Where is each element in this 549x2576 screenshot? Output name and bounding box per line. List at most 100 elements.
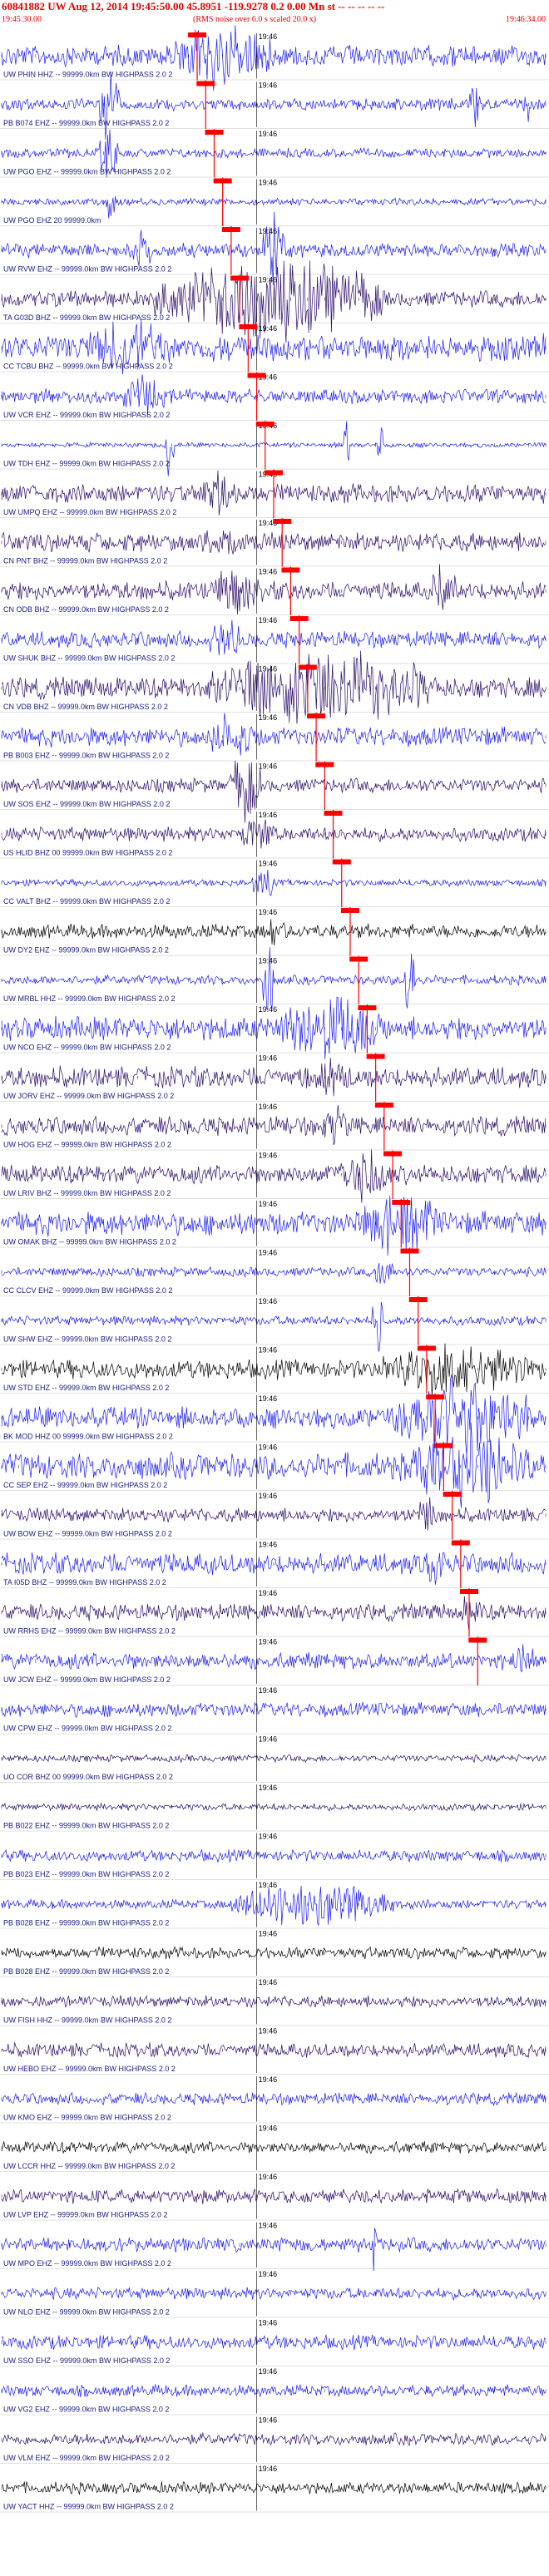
minute-label: 19:46	[259, 2416, 278, 2425]
channel-label: CN PNT BHZ -- 99999.0km BW HIGHPASS 2.0 …	[3, 557, 167, 565]
channel-label: UW PGO EHZ 20 99999.0km	[3, 216, 101, 225]
channel-label: UW MPO EHZ -- 99999.0km BW HIGHPASS 2.0 …	[3, 2259, 171, 2268]
pick-flag	[307, 713, 326, 718]
channel-label: UW DY2 EHZ -- 99999.0km BW HIGHPASS 2.0 …	[3, 946, 169, 955]
minute-label: 19:46	[259, 616, 278, 624]
channel-label: UW TDH EHZ -- 99999.0km BW HIGHPASS 2.0 …	[3, 460, 170, 468]
minute-label: 19:46	[259, 2270, 278, 2278]
channel-label: UW BOW EHZ -- 99999.0km BW HIGHPASS 2.0 …	[3, 1530, 172, 1538]
minute-label: 19:46	[259, 276, 278, 284]
channel-label: PB B022 EHZ -- 99999.0km BW HIGHPASS 2.0…	[3, 1822, 169, 1830]
minute-label: 19:46	[259, 1978, 278, 1986]
minute-label: 19:46	[259, 32, 278, 41]
pick-flag	[408, 1297, 428, 1302]
channel-label: UW LCCR HHZ -- 99999.0km BW HIGHPASS 2.0…	[3, 2162, 175, 2170]
pick-flag	[460, 1589, 479, 1594]
minute-label: 19:46	[259, 1589, 278, 1597]
waveform-trace	[1, 619, 547, 656]
channel-label: CC VALT BHZ -- 99999.0km BW HIGHPASS 2.0…	[3, 897, 170, 906]
minute-label: 19:46	[259, 1200, 278, 1208]
minute-label: 19:46	[259, 179, 278, 187]
pick-flag	[383, 1151, 403, 1157]
pick-flag	[196, 81, 215, 86]
minute-label: 19:46	[259, 811, 278, 819]
pick-flag	[205, 130, 224, 135]
minute-label: 19:46	[259, 1297, 278, 1305]
minute-label: 19:46	[259, 1833, 278, 1841]
minute-label: 19:46	[259, 1443, 278, 1452]
channel-label: UW LRIV BHZ -- 99999.0km BW HIGHPASS 2.0…	[3, 1189, 171, 1197]
minute-label: 19:46	[259, 568, 278, 576]
pick-flag	[332, 859, 351, 865]
channel-label: PB B028 EHZ -- 99999.0km BW HIGHPASS 2.0…	[3, 1919, 169, 1927]
minute-label: 19:46	[259, 1686, 278, 1695]
channel-label: UW FISH HHZ -- 99999.0km BW HIGHPASS 2.0…	[3, 2016, 171, 2025]
channel-label: UW SHW EHZ -- 99999.0km BW HIGHPASS 2.0 …	[3, 1335, 171, 1344]
channel-label: CN VDB BHZ -- 99999.0km BW HIGHPASS 2.0 …	[3, 703, 168, 711]
pick-flag	[221, 227, 240, 232]
minute-label: 19:46	[259, 957, 278, 965]
channel-label: BK MOD HHZ 00 99999.0km BW HIGHPASS 2.0 …	[3, 1433, 173, 1441]
minute-label: 19:46	[259, 324, 278, 333]
pick-flag	[366, 1054, 385, 1059]
channel-label: UW RRHS EHZ -- 99999.0km BW HIGHPASS 2.0…	[3, 1627, 176, 1636]
pick-flag	[340, 908, 359, 913]
channel-label: UW PGO EHZ -- 99999.0km BW HIGHPASS 2.0 …	[3, 168, 171, 176]
minute-label: 19:46	[259, 1930, 278, 1938]
pick-flag	[324, 811, 343, 816]
minute-label: 19:46	[259, 1249, 278, 1257]
minute-label: 19:46	[259, 1638, 278, 1646]
pick-flag	[230, 275, 250, 281]
minute-label: 19:46	[259, 1492, 278, 1500]
minute-label: 19:46	[259, 860, 278, 868]
channel-label: UW KMO EHZ -- 99999.0km BW HIGHPASS 2.0 …	[3, 2114, 171, 2122]
waveform-trace	[1, 1301, 547, 1352]
pick-flag	[400, 1248, 419, 1254]
pick-flag	[315, 762, 334, 767]
channel-label: CC SEP EHZ -- 99999.0km BW HIGHPASS 2.0 …	[3, 1481, 167, 1489]
minute-label: 19:46	[259, 908, 278, 916]
pick-flag	[239, 324, 258, 329]
minute-label: 19:46	[259, 1881, 278, 1889]
channel-label: TA I05D BHZ -- 99999.0km BW HIGHPASS 2.0…	[3, 1578, 166, 1587]
channel-label: UW PHIN HHZ -- 99999.0km BW HIGHPASS 2.0…	[3, 71, 172, 79]
pick-flag	[443, 1492, 462, 1497]
minute-label: 19:46	[259, 2319, 278, 2327]
pick-flag	[434, 1443, 453, 1448]
channel-label: UW HOG EHZ -- 99999.0km BW HIGHPASS 2.0 …	[3, 1141, 171, 1149]
pick-flag	[451, 1540, 470, 1546]
minute-label: 19:46	[259, 130, 278, 138]
channel-label: UW CPW EHZ -- 99999.0km BW HIGHPASS 2.0 …	[3, 1725, 171, 1733]
minute-label: 19:46	[259, 1152, 278, 1160]
minute-label: 19:46	[259, 2173, 278, 2181]
channel-label: UW HEBO EHZ -- 99999.0km BW HIGHPASS 2.0…	[3, 2065, 176, 2073]
minute-label: 19:46	[259, 2465, 278, 2473]
pick-flag	[468, 1637, 487, 1643]
channel-label: PB B028 EHZ -- 99999.0km BW HIGHPASS 2.0…	[3, 1967, 169, 1976]
minute-label: 19:46	[259, 2222, 278, 2230]
minute-label: 19:46	[259, 1346, 278, 1355]
channel-label: UW SSO EHZ -- 99999.0km BW HIGHPASS 2.0 …	[3, 2356, 170, 2365]
pick-flag	[298, 664, 317, 670]
minute-label: 19:46	[259, 2124, 278, 2133]
pick-flag	[265, 470, 283, 476]
pick-flag	[281, 567, 300, 573]
channel-label: UW MRBL HHZ -- 99999.0km BW HIGHPASS 2.0…	[3, 994, 176, 1003]
pick-flag	[213, 178, 232, 184]
channel-label: UW STD EHZ -- 99999.0km BW HIGHPASS 2.0 …	[3, 1384, 169, 1392]
minute-label: 19:46	[259, 2075, 278, 2084]
channel-label: TA G03D BHZ -- 99999.0km BW HIGHPASS 2.0…	[3, 313, 170, 322]
channel-label: UW JCW EHZ -- 99999.0km BW HIGHPASS 2.0 …	[3, 1675, 171, 1684]
channel-label: UW VCR EHZ -- 99999.0km BW HIGHPASS 2.0 …	[3, 411, 170, 419]
minute-label: 19:46	[259, 2367, 278, 2376]
minute-label: 19:46	[259, 1735, 278, 1744]
channel-label: PB B074 EHZ -- 99999.0km BW HIGHPASS 2.0…	[3, 119, 169, 127]
channel-label: UW OMAK BHZ -- 99999.0km BW HIGHPASS 2.0…	[3, 1238, 176, 1246]
pick-flag	[255, 422, 274, 427]
pick-flag	[273, 519, 292, 524]
channel-label: PB B003 EHZ -- 99999.0km BW HIGHPASS 2.0…	[3, 752, 169, 760]
waveform-trace	[1, 195, 547, 219]
channel-label: CC TCBU BHZ -- 99999.0km BW HIGHPASS 2.0…	[3, 363, 173, 371]
minute-label: 19:46	[259, 665, 278, 674]
channel-label: UW LVP EHZ -- 99999.0km BW HIGHPASS 2.0 …	[3, 2211, 168, 2219]
